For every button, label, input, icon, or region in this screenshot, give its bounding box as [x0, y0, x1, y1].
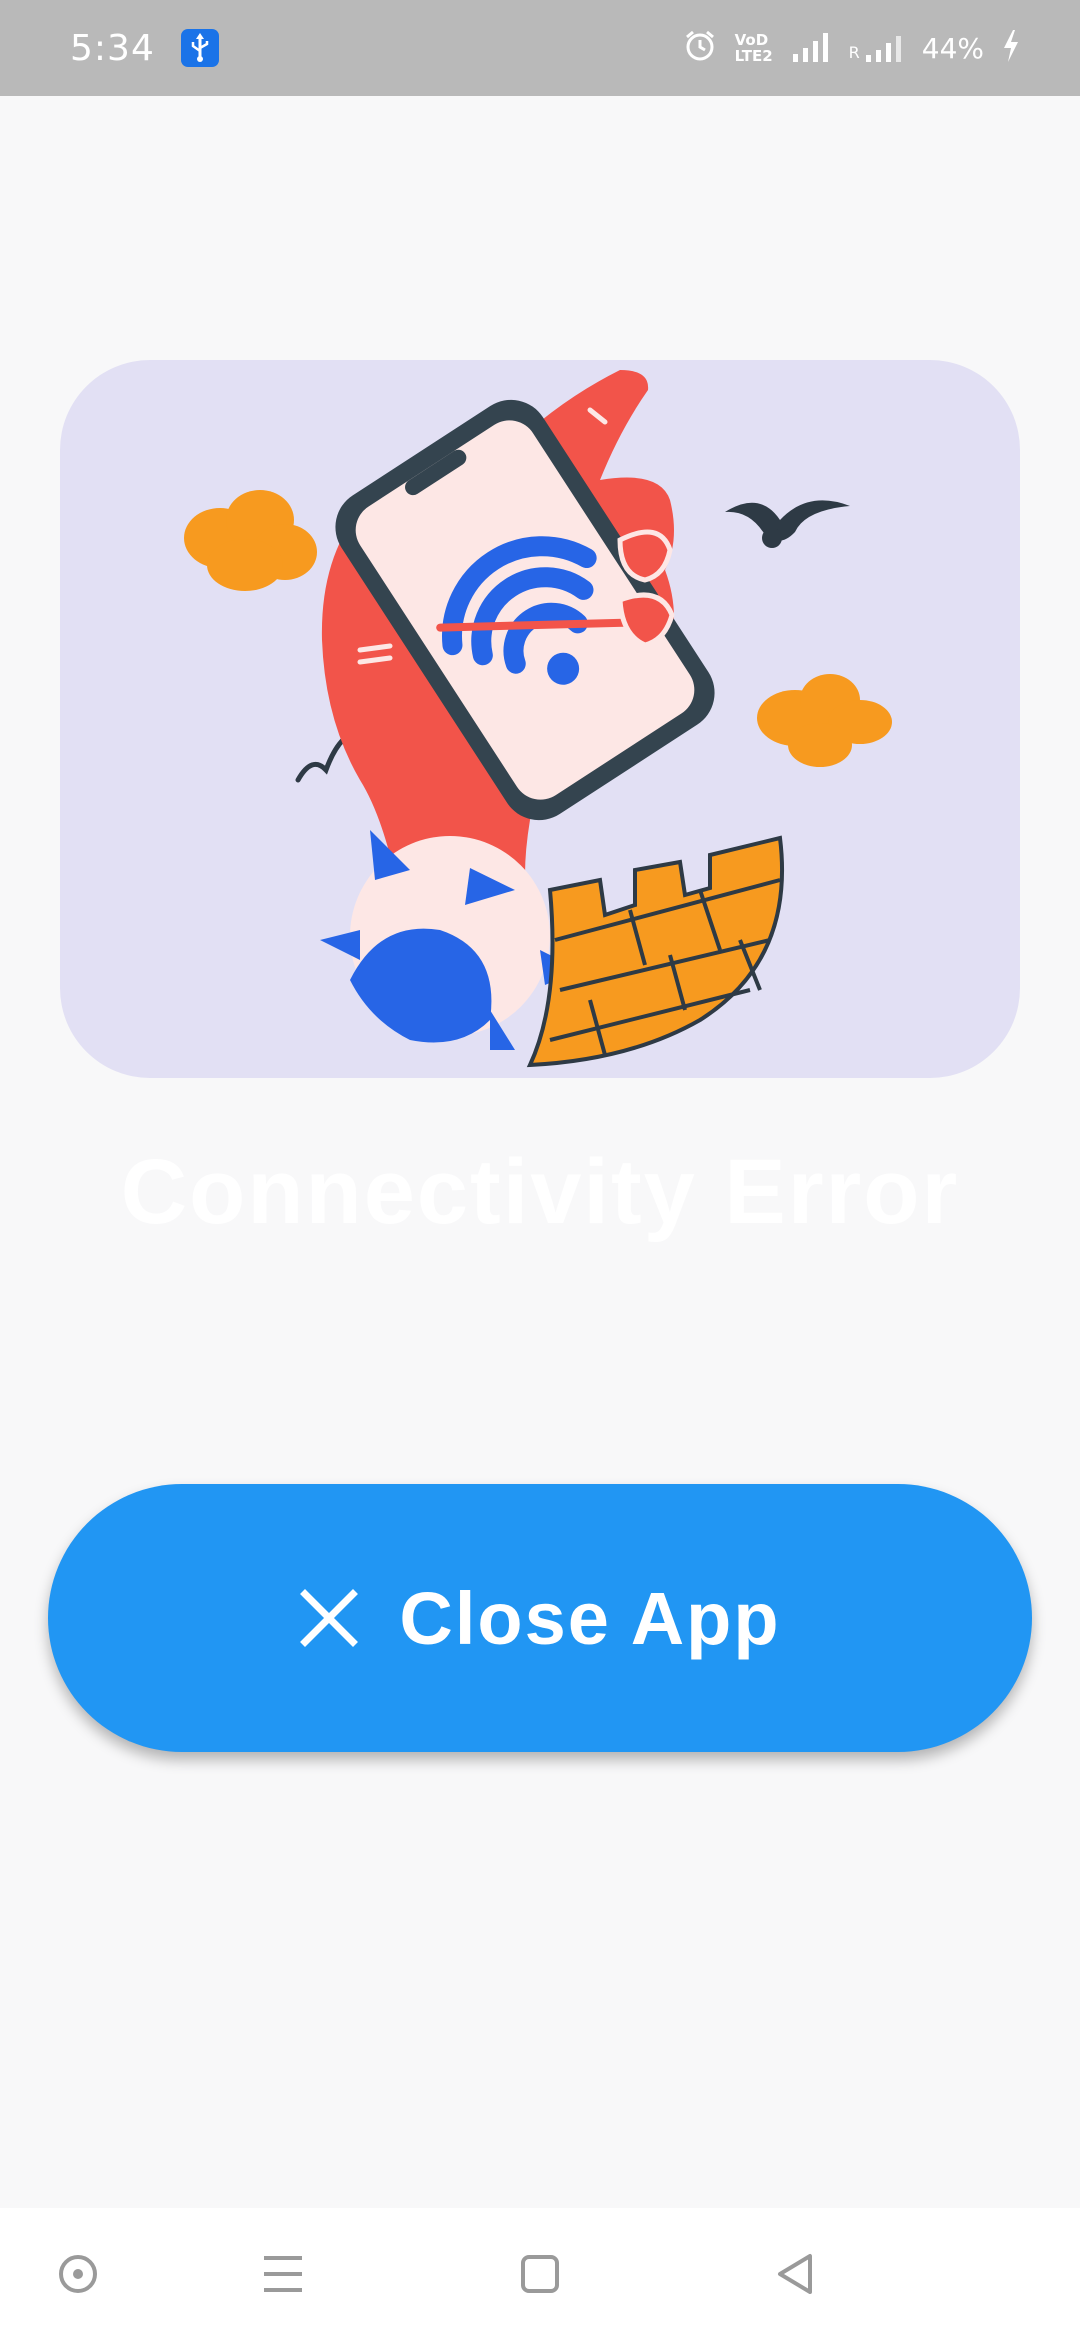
close-app-button[interactable]: Close App — [48, 1484, 1032, 1752]
close-app-label: Close App — [399, 1576, 781, 1660]
navigation-bar — [0, 2208, 1080, 2340]
brick-wall — [526, 835, 785, 1068]
volte-icon: VoD LTE2 — [735, 32, 773, 64]
close-icon — [300, 1589, 359, 1647]
roaming-signal-icon: R — [849, 34, 904, 62]
status-bar: 5:34 VoD LTE2 R 44% — [0, 0, 1080, 96]
battery-percent: 44% — [921, 31, 984, 65]
menu-button[interactable] — [252, 2244, 312, 2304]
charging-icon — [1002, 29, 1020, 67]
signal-icon — [791, 30, 831, 67]
error-title: Connectivity Error — [120, 1141, 960, 1243]
alarm-icon — [683, 29, 717, 68]
no-wifi-phone-illustration — [60, 360, 1020, 1078]
cloud-right — [757, 674, 892, 767]
status-time: 5:34 — [70, 27, 155, 69]
volte-top-label: VoD — [734, 31, 769, 49]
cloud-left — [184, 490, 317, 591]
back-button[interactable] — [766, 2244, 826, 2304]
status-icons: VoD LTE2 R 44% — [683, 29, 1020, 68]
bird-right — [725, 500, 850, 548]
roaming-label: R — [848, 43, 860, 62]
assistant-button[interactable] — [48, 2244, 108, 2304]
volte-bottom-label: LTE2 — [734, 47, 773, 65]
usb-icon — [180, 29, 219, 67]
home-button[interactable] — [510, 2244, 570, 2304]
spiky-ball — [320, 830, 580, 1050]
